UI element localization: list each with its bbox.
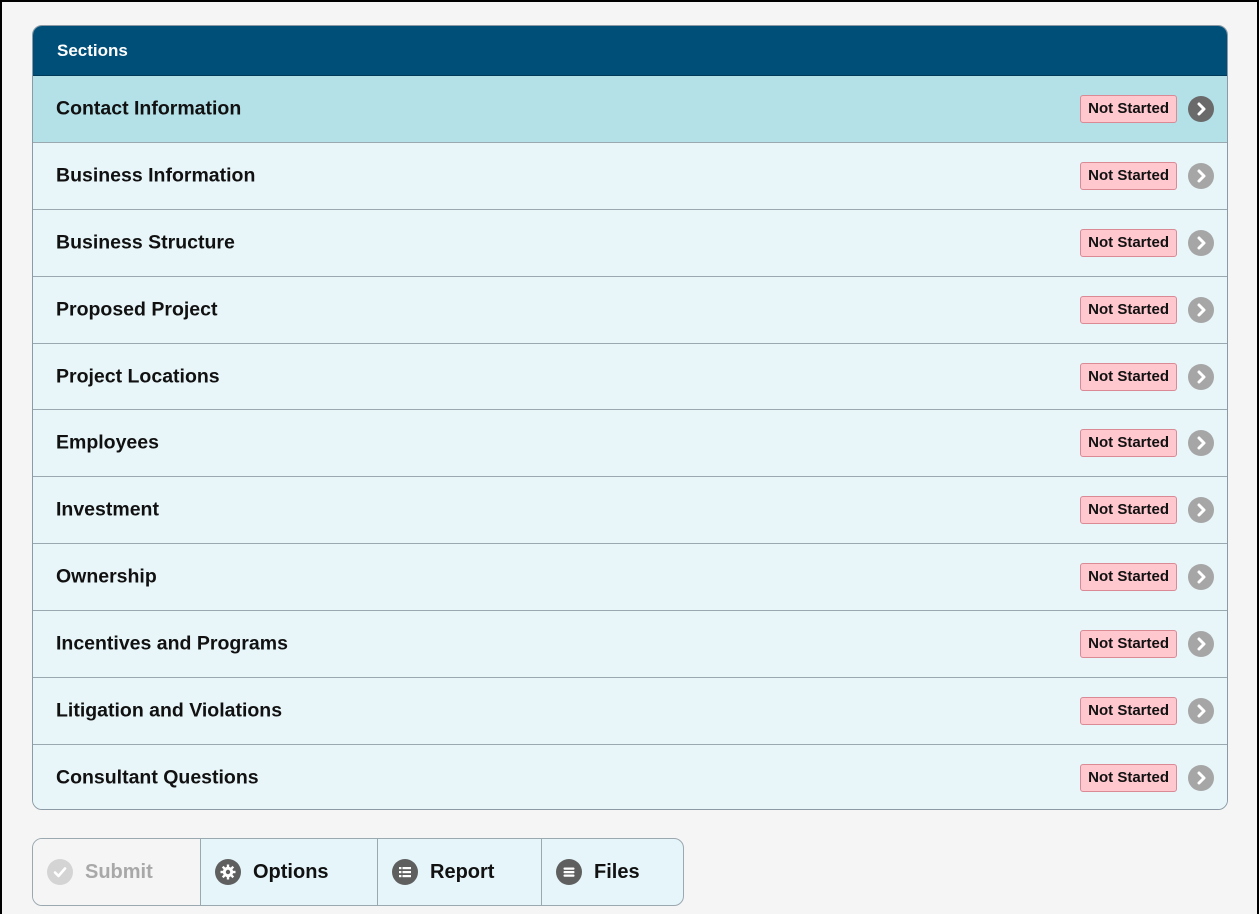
section-label: Contact Information	[56, 97, 242, 120]
section-row[interactable]: Ownership Not Started	[33, 544, 1227, 612]
section-label: Project Locations	[56, 365, 220, 387]
status-badge: Not Started	[1080, 295, 1177, 324]
status-badge: Not Started	[1080, 429, 1177, 458]
files-button[interactable]: Files	[542, 839, 683, 905]
chevron-right-icon[interactable]	[1188, 162, 1214, 189]
chevron-right-icon[interactable]	[1188, 497, 1214, 524]
sections-panel: Sections Contact Information Not Started B…	[32, 25, 1228, 810]
chevron-right-icon[interactable]	[1188, 765, 1214, 792]
status-badge: Not Started	[1080, 228, 1177, 257]
status-badge: Not Started	[1080, 161, 1177, 190]
status-badge: Not Started	[1080, 362, 1177, 391]
section-label: Business Structure	[56, 231, 235, 254]
sections-list: Contact Information Not Started Business I…	[33, 76, 1227, 809]
section-label: Proposed Project	[56, 298, 218, 321]
status-badge: Not Started	[1080, 496, 1177, 525]
check-icon	[47, 859, 73, 885]
status-badge: Not Started	[1080, 696, 1177, 725]
section-row[interactable]: Incentives and Programs Not Started	[33, 611, 1227, 679]
status-badge: Not Started	[1080, 94, 1177, 123]
section-row[interactable]: Business Structure Not Started	[33, 209, 1227, 277]
chevron-right-icon[interactable]	[1188, 631, 1214, 658]
gear-icon	[215, 859, 241, 885]
status-badge: Not Started	[1080, 764, 1177, 793]
options-label: Options	[253, 860, 329, 883]
menu-icon	[556, 859, 582, 885]
section-label: Business Information	[56, 164, 256, 187]
panel-title: Sections	[33, 26, 1227, 76]
section-row[interactable]: Consultant Questions Not Started	[33, 744, 1227, 809]
section-row[interactable]: Project Locations Not Started	[33, 343, 1227, 411]
chevron-right-icon[interactable]	[1188, 296, 1214, 323]
section-label: Litigation and Violations	[56, 699, 283, 722]
submit-button[interactable]: Submit	[33, 839, 201, 905]
chevron-right-icon[interactable]	[1188, 229, 1214, 256]
chevron-right-icon[interactable]	[1188, 95, 1214, 122]
section-label: Incentives and Programs	[56, 632, 288, 655]
section-label: Employees	[56, 431, 159, 454]
report-button[interactable]: Report	[378, 839, 542, 905]
section-label: Ownership	[56, 565, 157, 588]
chevron-right-icon[interactable]	[1188, 430, 1214, 457]
list-icon	[392, 859, 418, 885]
section-row[interactable]: Employees Not Started	[33, 410, 1227, 478]
app-frame: Sections Contact Information Not Started B…	[0, 0, 1259, 914]
section-label: Investment	[56, 498, 159, 521]
status-badge: Not Started	[1080, 563, 1177, 592]
section-row[interactable]: Proposed Project Not Started	[33, 276, 1227, 344]
section-row[interactable]: Contact Information Not Started	[33, 76, 1227, 143]
section-label: Consultant Questions	[56, 766, 259, 789]
section-row[interactable]: Litigation and Violations Not Started	[33, 678, 1227, 745]
chevron-right-icon[interactable]	[1188, 363, 1214, 390]
chevron-right-icon[interactable]	[1188, 697, 1214, 724]
section-row[interactable]: Investment Not Started	[33, 477, 1227, 545]
section-row[interactable]: Business Information Not Started	[33, 142, 1227, 210]
options-button[interactable]: Options	[201, 839, 378, 905]
action-toolbar: Submit Options Report Files	[32, 838, 684, 906]
chevron-right-icon[interactable]	[1188, 564, 1214, 591]
status-badge: Not Started	[1080, 630, 1177, 659]
files-label: Files	[594, 860, 640, 883]
report-label: Report	[430, 860, 495, 883]
submit-label: Submit	[85, 860, 153, 883]
